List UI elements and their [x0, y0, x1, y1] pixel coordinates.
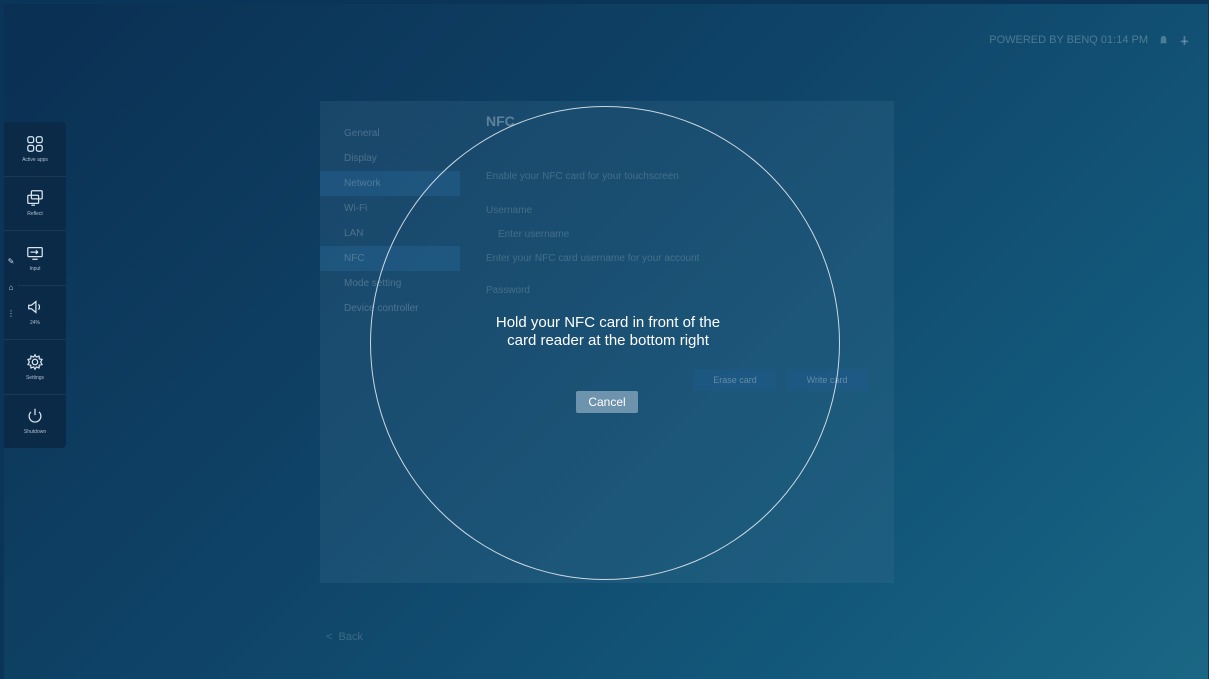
- bell-icon[interactable]: [1158, 35, 1169, 46]
- desktop-screen: POWERED BY BENQ 01:14 PM General Display…: [4, 4, 1208, 679]
- back-button[interactable]: < Back: [326, 631, 363, 643]
- volume-icon: [28, 300, 41, 314]
- menu-icon: ⋮: [7, 308, 15, 318]
- cancel-button[interactable]: Cancel: [576, 391, 638, 413]
- power-icon: [28, 409, 42, 423]
- menu-tab[interactable]: ⋮: [4, 301, 18, 325]
- nav-item-display[interactable]: Display: [320, 146, 460, 171]
- dock-label-volume: 24%: [29, 320, 40, 327]
- apps-icon: [27, 135, 43, 152]
- status-bar: POWERED BY BENQ 01:14 PM: [989, 34, 1190, 46]
- dock-label-settings: Settings: [25, 374, 45, 381]
- nav-item-general[interactable]: General: [320, 121, 460, 146]
- dock-shutdown[interactable]: Shutdown: [4, 395, 66, 449]
- status-text: POWERED BY BENQ 01:14 PM: [989, 34, 1148, 46]
- back-arrow-icon: <: [326, 631, 336, 643]
- input-icon: [27, 246, 43, 260]
- edge-tabs: ✎ ⌂ ⋮: [4, 249, 18, 325]
- pen-tab[interactable]: ✎: [4, 249, 18, 273]
- dock-label-input: Input: [29, 265, 41, 272]
- network-icon[interactable]: [1179, 35, 1190, 46]
- nfc-instruction-message: Hold your NFC card in front of the card …: [495, 314, 721, 349]
- pen-icon: ✎: [7, 256, 15, 266]
- dock-active-apps[interactable]: Active apps: [4, 122, 66, 177]
- dock-reflect[interactable]: Reflect: [4, 177, 66, 231]
- dock-settings[interactable]: Settings: [4, 340, 66, 395]
- dock-label-shutdown: Shutdown: [23, 429, 47, 436]
- home-icon: ⌂: [8, 282, 14, 292]
- dock-label-active-apps: Active apps: [22, 156, 48, 163]
- gear-icon: [27, 353, 43, 371]
- dock-label-reflect: Reflect: [27, 211, 43, 218]
- reflect-icon: [27, 190, 43, 207]
- back-label: Back: [338, 631, 364, 643]
- home-tab[interactable]: ⌂: [4, 275, 18, 299]
